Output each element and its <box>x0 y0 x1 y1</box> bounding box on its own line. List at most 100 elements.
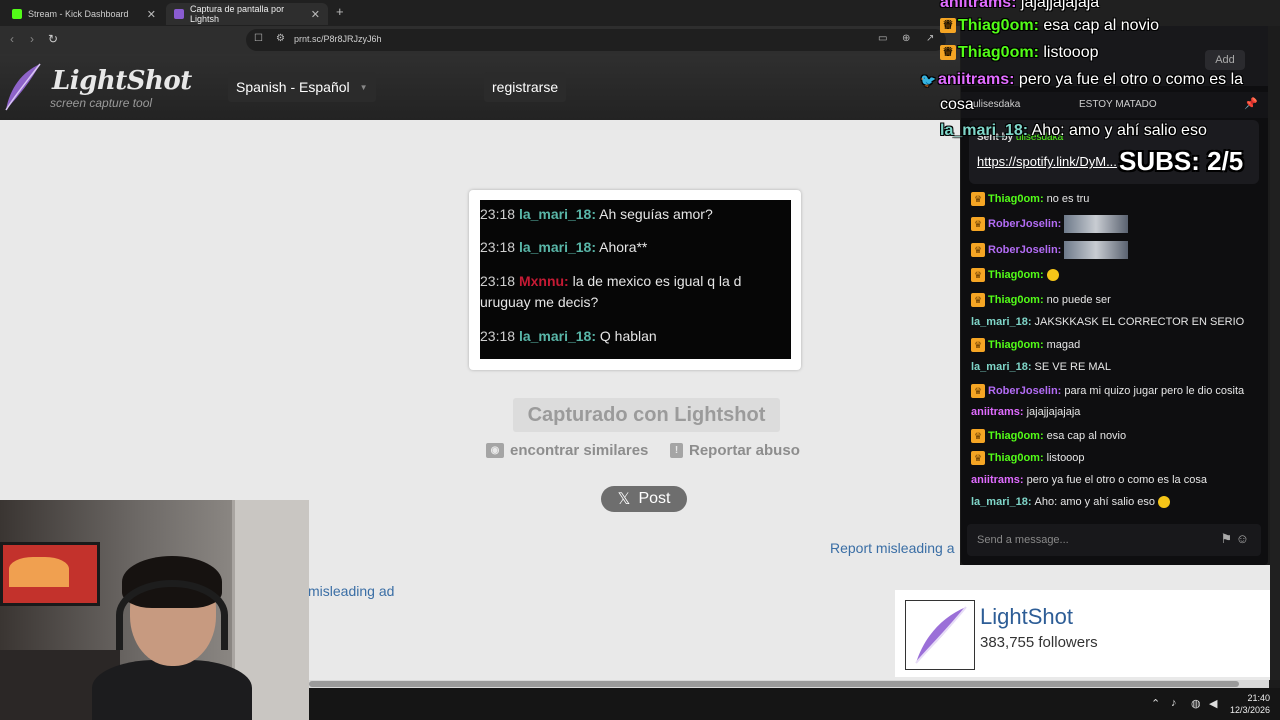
screenshot-line: 23:18 la_mari_18: Ah seguías amor? <box>480 206 713 222</box>
logo-title[interactable]: LightShot <box>52 66 192 96</box>
pinned-link[interactable]: https://spotify.link/DyM... <box>977 154 1117 169</box>
chat-username[interactable]: la_mari_18: <box>971 316 1032 328</box>
chat-message-text: jajajjajajaja <box>1026 406 1081 418</box>
chat-message[interactable]: aniitrams: pero ya fue el otro o como es … <box>971 474 1207 486</box>
chat-message[interactable]: ♛ Thiag0om: magad <box>971 338 1080 352</box>
crown-badge-icon: ♛ <box>971 384 985 398</box>
emote-image <box>1064 215 1129 233</box>
chat-message[interactable]: la_mari_18: JAKSKKASK EL CORRECTOR EN SER… <box>971 316 1244 328</box>
tab-kick-dashboard[interactable]: Stream - Kick Dashboard ✕ <box>4 3 164 25</box>
chat-username[interactable]: aniitrams: <box>971 406 1024 418</box>
bookmark-icon[interactable]: ☐ <box>254 33 263 44</box>
emote-icon[interactable]: ⚑ ☺ <box>1220 531 1249 547</box>
chat-username[interactable]: Thiag0om: <box>988 294 1044 306</box>
chevron-up-icon[interactable]: ⌃ <box>1151 697 1160 710</box>
chat-message[interactable]: la_mari_18: Aho: amo y ahí salio eso <box>971 496 1171 508</box>
captured-with-lightshot-link[interactable]: Capturado con Lightshot <box>513 398 780 432</box>
overlay-username: Thiag0om: <box>958 17 1039 34</box>
chat-message[interactable]: ♛ Thiag0om: esa cap al novio <box>971 429 1126 443</box>
feather-logo-icon <box>5 63 41 111</box>
network-icon[interactable]: ◍ <box>1191 697 1201 710</box>
vertical-scrollbar[interactable] <box>1270 120 1280 680</box>
chat-username[interactable]: RoberJoselin: <box>988 385 1061 397</box>
chat-message[interactable]: la_mari_18: SE VE RE MAL <box>971 361 1111 373</box>
crown-badge-icon: ♛ <box>971 293 985 307</box>
overlay-chat-line: ♛ Thiag0om: esa cap al novio <box>940 17 1159 35</box>
close-icon[interactable]: ✕ <box>311 8 320 21</box>
tab-lightshot[interactable]: Captura de pantalla por Lightsh ✕ <box>166 3 328 25</box>
screenshot-line: 23:18 la_mari_18: Ahora** <box>480 239 648 255</box>
chat-message[interactable]: aniitrams: jajajjajajaja <box>971 406 1080 418</box>
fb-page-name[interactable]: LightShot <box>980 604 1073 630</box>
forward-icon[interactable]: › <box>30 32 34 46</box>
chat-username[interactable]: Thiag0om: <box>988 193 1044 205</box>
crown-badge-icon: ♛ <box>971 451 985 465</box>
chat-username[interactable]: la_mari_18: <box>971 361 1032 373</box>
report-abuse-link[interactable]: ! Reportar abuso <box>670 442 800 459</box>
feather-logo-icon <box>915 606 967 664</box>
overlay-chat-line: la_mari_18: Aho: amo y ahí salio eso <box>940 122 1207 140</box>
chat-username[interactable]: RoberJoselin: <box>988 218 1061 230</box>
system-clock[interactable]: 21:40 12/3/2026 <box>1230 692 1270 716</box>
new-tab-icon[interactable]: + <box>336 4 344 19</box>
chat-username[interactable]: Thiag0om: <box>988 452 1044 464</box>
report-misleading-ad-link[interactable]: misleading ad <box>308 583 394 599</box>
back-icon[interactable]: ‹ <box>10 32 14 46</box>
chat-username[interactable]: aniitrams: <box>971 474 1024 486</box>
site-info-icon[interactable]: ⚙ <box>276 33 285 44</box>
chat-input-placeholder: Send a message... <box>977 534 1069 546</box>
register-button[interactable]: registrarse <box>484 72 567 102</box>
chat-username[interactable]: RoberJoselin: <box>988 244 1061 256</box>
headset-icon <box>116 580 228 650</box>
chat-username[interactable]: Thiag0om: <box>988 430 1044 442</box>
chat-message[interactable]: ♛ Thiag0om: <box>971 268 1059 282</box>
chat-message[interactable]: ♛ RoberJoselin: <box>971 241 1129 259</box>
chat-message-text: listooop <box>1046 452 1085 464</box>
scrollbar-thumb[interactable] <box>309 681 1239 687</box>
language-select[interactable]: Spanish - Español ▼ <box>228 72 376 102</box>
chat-message[interactable]: ♛ RoberJoselin: para mi quizo jugar pero l… <box>971 384 1244 398</box>
add-button[interactable]: Add <box>1205 50 1245 70</box>
emote-image <box>1064 241 1129 259</box>
url-text[interactable]: prnt.sc/P8r8JRJzyJ6h <box>294 34 382 44</box>
horizontal-scrollbar[interactable] <box>309 680 1269 688</box>
post-label: Post <box>638 490 671 507</box>
chat-message-text: para mi quizo jugar pero le dio cosita <box>1064 385 1245 397</box>
volume-icon[interactable]: ◀ <box>1209 697 1217 710</box>
language-label: Spanish - Español <box>236 79 350 95</box>
overlay-chat-line: aniitrams: jajajjajajaja <box>940 0 1099 12</box>
overlay-username: la_mari_18: <box>940 122 1029 139</box>
microphone-icon[interactable]: ♪ <box>1171 697 1177 709</box>
chat-message[interactable]: ♛ Thiag0om: no es tru <box>971 192 1089 206</box>
chat-username[interactable]: Thiag0om: <box>988 269 1044 281</box>
twitter-icon: 🐦 <box>920 73 937 89</box>
tab-label: Stream - Kick Dashboard <box>28 9 129 19</box>
chat-message[interactable]: ♛ RoberJoselin: <box>971 215 1129 233</box>
pin-icon[interactable]: 📌 <box>1244 97 1258 110</box>
chat-username[interactable]: la_mari_18: <box>971 496 1032 508</box>
report-misleading-ad-link[interactable]: Report misleading a <box>830 540 955 556</box>
find-similar-link[interactable]: ◉ encontrar similares <box>486 442 648 459</box>
facebook-page-card[interactable]: LightShot 383,755 followers <box>895 590 1270 677</box>
overlay-chat-line: 🐦 aniitrams: pero ya fue el otro o como e… <box>920 71 1243 89</box>
address-bar[interactable]: ☐ ⚙ prnt.sc/P8r8JRJzyJ6h ▭ ⊕ ↗ <box>246 29 946 51</box>
x-post-button[interactable]: 𝕏 Post <box>601 486 687 512</box>
share-icon[interactable]: ↗ <box>926 33 934 44</box>
zoom-icon[interactable]: ⊕ <box>902 33 910 44</box>
chat-input[interactable]: Send a message... ⚑ ☺ <box>967 524 1261 556</box>
overlay-username: Thiag0om: <box>958 44 1039 61</box>
screenshot-image[interactable]: 23:18 la_mari_18: Ah seguías amor? 23:18… <box>480 200 791 359</box>
screen-icon[interactable]: ▭ <box>878 33 887 44</box>
webcam-person-body <box>92 660 252 720</box>
chat-channel-user[interactable]: ulisesdaka <box>973 99 1020 110</box>
emoji-icon <box>1046 269 1059 281</box>
chat-message[interactable]: ♛ Thiag0om: listooop <box>971 451 1085 465</box>
chat-message[interactable]: ♛ Thiag0om: no puede ser <box>971 293 1111 307</box>
chat-message-text: magad <box>1046 339 1081 351</box>
reload-icon[interactable]: ↻ <box>48 32 58 46</box>
lightshot-avatar[interactable] <box>905 600 975 670</box>
overlay-message-text: pero ya fue el otro o como es la <box>1014 71 1244 88</box>
close-icon[interactable]: ✕ <box>147 8 156 21</box>
chat-message-text: no puede ser <box>1046 294 1111 306</box>
chat-username[interactable]: Thiag0om: <box>988 339 1044 351</box>
